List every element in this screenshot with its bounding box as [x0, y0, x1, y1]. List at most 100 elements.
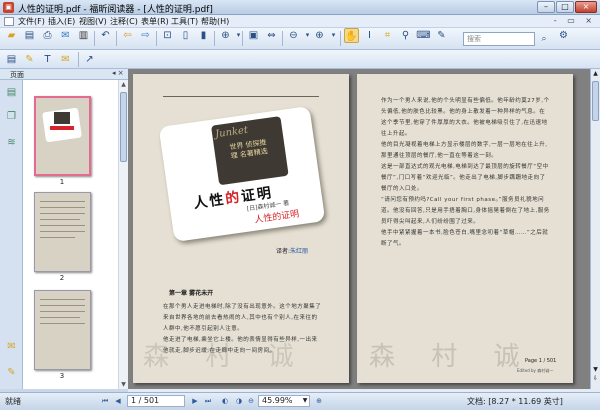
thumb-cover-title [50, 126, 74, 130]
hand-tool-icon[interactable]: ✋ [344, 28, 359, 43]
scroll-down-icon[interactable]: ▼ [591, 365, 600, 374]
scroll-up-icon[interactable]: ▲ [119, 80, 128, 89]
comments-icon[interactable]: ✎ [5, 366, 18, 380]
menu-insert[interactable]: 插入(E) [48, 16, 75, 27]
pencil-icon[interactable]: ✎ [22, 52, 37, 67]
thumb-text-line [40, 225, 85, 226]
text-tool-icon[interactable]: T [40, 52, 55, 67]
zoom-out-icon[interactable]: ⊖ [246, 396, 256, 406]
select-text-icon[interactable]: Ⅰ [362, 28, 377, 43]
minimize-button[interactable]: – [537, 1, 555, 13]
zoom-in-icon[interactable]: ⊕ [312, 28, 327, 43]
fit-page-icon[interactable]: ⊡ [160, 28, 175, 43]
window-title: 人性的证明.pdf - 福昕阅读器 - [人性的证明.pdf] [18, 5, 213, 15]
menu-form[interactable]: 表单(R) [141, 16, 169, 27]
main-toolbar: ▰ ▤ ⎙ ✉ ▥ ↶ ⇦ ⇨ ⊡ ▯ ▮ ⊕ ▾ ▣ ⇔ ⊖ ▾ ⊕ ▾ ✋ … [0, 28, 600, 50]
toolbar-separator [78, 52, 79, 67]
layers-icon[interactable]: ≋ [5, 136, 18, 150]
close-button[interactable]: × [575, 1, 597, 13]
toolbar-separator [340, 31, 341, 46]
find-icon[interactable]: ⚲ [398, 28, 413, 43]
thumb-text-line [40, 201, 85, 202]
single-page-icon[interactable]: ▯ [178, 28, 193, 43]
menu-tools[interactable]: 工具(T) [171, 16, 198, 27]
translator-name: 朱红丽 [290, 248, 309, 255]
options-icon[interactable]: ⚙ [556, 28, 571, 43]
search-input[interactable]: 搜索 [463, 32, 535, 46]
scroll-down-icon[interactable]: ▼ [119, 380, 128, 389]
thumb-text-line [40, 219, 80, 220]
navigation-strip: ▤ ❐ ≋ ✉ ✎ [0, 80, 23, 389]
print-icon[interactable]: ⎙ [40, 28, 55, 43]
toolbar-separator [242, 31, 243, 46]
document-view[interactable]: Junket 世界 侦探推理 名著精选 人性的证明 [日]森村诚一 著 人性的证… [128, 69, 590, 409]
bookmarks-icon[interactable]: ❐ [5, 110, 18, 124]
fit-width-icon[interactable]: ⇔ [264, 28, 279, 43]
thumb-text-line [40, 305, 85, 306]
go-back-icon[interactable]: ◐ [220, 396, 230, 406]
page-thumbnail-1[interactable] [34, 96, 91, 176]
next-view-icon[interactable]: ⇨ [138, 28, 153, 43]
back-icon[interactable]: ↶ [98, 28, 113, 43]
zoom-out-icon[interactable]: ⊖ [286, 28, 301, 43]
page-down-icon[interactable]: ⇩ [591, 374, 600, 383]
page-number-input[interactable]: 1 / 501 [127, 395, 185, 407]
thumb-text-line [40, 207, 85, 208]
pages-icon[interactable]: ▤ [5, 86, 18, 100]
thumbnail-scrollbar[interactable]: ▲ ▼ [118, 80, 128, 389]
scrollbar-thumb[interactable] [120, 92, 127, 162]
thumbnail-panel: 1 2 3 ▲ ▼ [23, 80, 128, 389]
chapter-heading: 第一章 雾花未开 [169, 290, 214, 297]
page-thumbnail-2[interactable] [34, 192, 91, 272]
page-thumbnail-3[interactable] [34, 290, 91, 370]
document-icon[interactable] [4, 17, 14, 26]
panel-close-button[interactable]: ◂ × [112, 69, 124, 77]
chevron-down-icon[interactable]: ▾ [326, 28, 341, 43]
status-bar: 就绪 ⏮ ◀ 1 / 501 ▶ ⏭ ◐ ◑ ⊖ 45.99% ▼ ⊕ 文档: … [0, 392, 600, 408]
thumb-text-line [40, 231, 85, 232]
last-page-icon[interactable]: ⏭ [203, 396, 213, 406]
chevron-down-icon[interactable]: ▾ [231, 28, 246, 43]
highlight-icon[interactable]: ✎ [434, 28, 449, 43]
thumbnail-label: 2 [59, 274, 65, 282]
previous-page-icon[interactable]: ◀ [113, 396, 123, 406]
title-part: 人性 [192, 191, 227, 212]
next-page-icon[interactable]: ▶ [190, 396, 200, 406]
toolbar-separator [214, 31, 215, 46]
document-size: 文档: [8.27 * 11.69 英寸] [467, 397, 563, 406]
arrow-tool-icon[interactable]: ↗ [82, 52, 97, 67]
note-tool-icon[interactable]: ▤ [4, 52, 19, 67]
save-icon[interactable]: ▤ [22, 28, 37, 43]
annotation-toolbar: ▤ ✎ T ✉ ↗ [0, 50, 600, 69]
typewriter-icon[interactable]: ⌨ [416, 28, 431, 43]
continuous-icon[interactable]: ▮ [196, 28, 211, 43]
status-text: 就绪 [5, 397, 21, 406]
actual-size-icon[interactable]: ▣ [246, 28, 261, 43]
scrollbar-thumb[interactable] [592, 81, 599, 121]
menu-help[interactable]: 帮助(H) [201, 16, 229, 27]
chevron-down-icon[interactable]: ▼ [300, 395, 310, 407]
search-icon[interactable]: ⌕ [537, 32, 551, 46]
maximize-button[interactable]: □ [556, 1, 574, 13]
attachments-icon[interactable]: ✉ [5, 340, 18, 354]
properties-icon[interactable]: ▥ [76, 28, 91, 43]
menu-comment[interactable]: 注释(C) [110, 16, 138, 27]
body-paragraph: 作为一个男人来说,他的个头明显有些偏低。他年龄约莫27岁,个头偏低,他的肤色比较… [381, 98, 550, 247]
toolbar-separator [282, 31, 283, 46]
thumb-text-line [40, 299, 85, 300]
translator-credit: 译者:朱红丽 [276, 246, 308, 255]
email-icon[interactable]: ✉ [58, 28, 73, 43]
thumb-text-line [40, 213, 85, 214]
menu-view[interactable]: 视图(V) [79, 16, 107, 27]
document-scrollbar[interactable]: ▲ ▼ ⇩ [590, 69, 600, 389]
first-page-icon[interactable]: ⏮ [100, 396, 110, 406]
previous-view-icon[interactable]: ⇦ [120, 28, 135, 43]
comment-icon[interactable]: ✉ [58, 52, 73, 67]
document-window-controls[interactable]: - ▭ × [554, 16, 596, 25]
scroll-up-icon[interactable]: ▲ [591, 69, 600, 78]
menu-file[interactable]: 文件(F) [18, 16, 45, 27]
open-folder-icon[interactable]: ▰ [4, 28, 19, 43]
snapshot-icon[interactable]: ⌗ [380, 28, 395, 43]
go-forward-icon[interactable]: ◑ [234, 396, 244, 406]
zoom-in-icon[interactable]: ⊕ [314, 396, 324, 406]
